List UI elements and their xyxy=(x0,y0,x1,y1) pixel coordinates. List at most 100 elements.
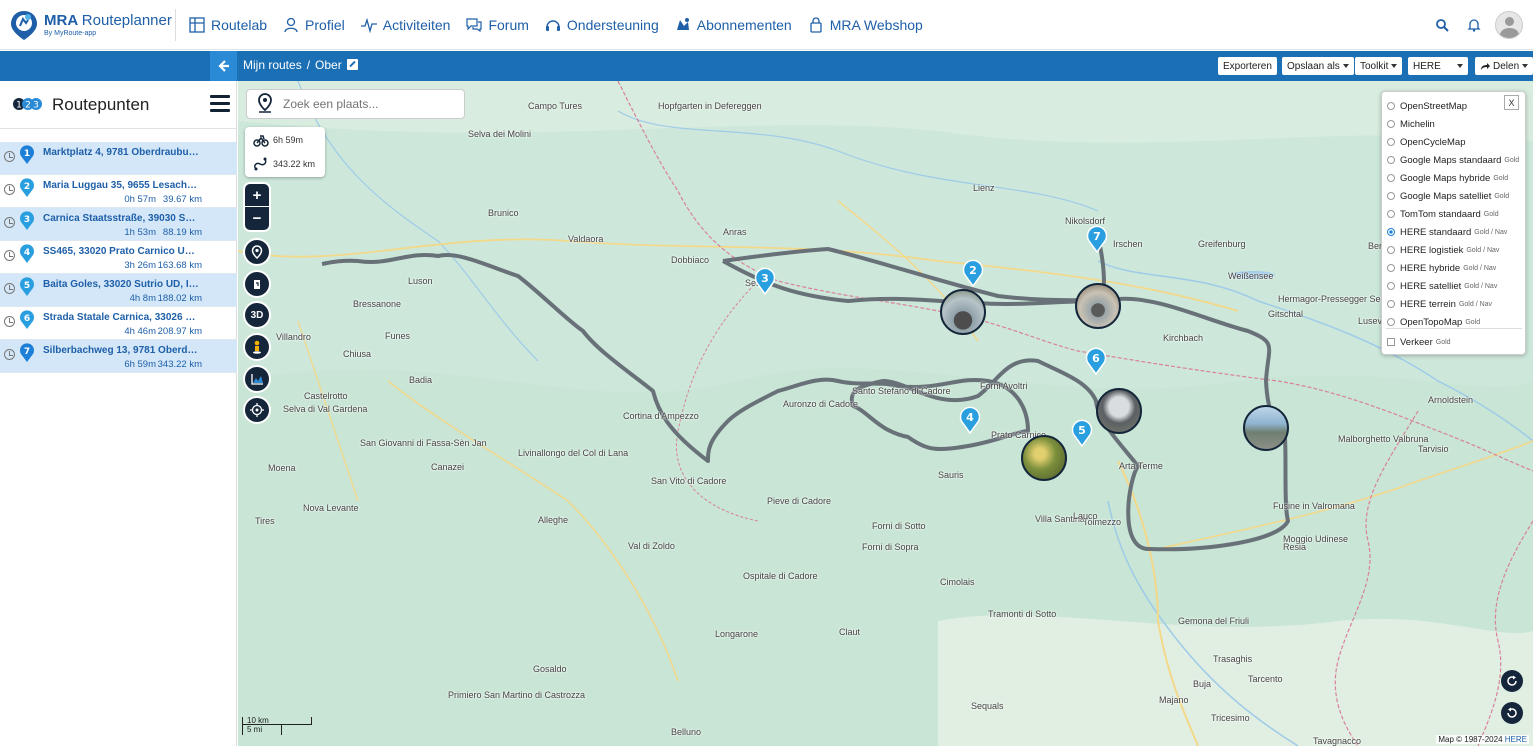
map-provider-select[interactable]: HERE xyxy=(1408,57,1468,75)
close-layer-panel-button[interactable]: X xyxy=(1504,95,1519,110)
waypoint-row[interactable]: 7 Silberbachweg 13, 9781 Oberdrauburg, O… xyxy=(0,340,237,373)
refresh-button[interactable] xyxy=(1501,670,1523,692)
layer-radio[interactable] xyxy=(1387,156,1395,164)
layer-option[interactable]: TomTom standaard Gold xyxy=(1387,205,1499,223)
layer-radio[interactable] xyxy=(1387,102,1395,110)
clock-icon[interactable] xyxy=(4,151,15,162)
map-view[interactable]: Campo Tures Hopfgarten in Defereggen Selva… xyxy=(238,81,1533,746)
layer-radio[interactable] xyxy=(1387,318,1395,326)
user-avatar[interactable] xyxy=(1495,11,1523,39)
save-as-dropdown[interactable]: Opslaan als xyxy=(1282,57,1354,75)
nav-abonnementen[interactable]: Abonnementen xyxy=(674,16,792,34)
layer-radio[interactable] xyxy=(1387,246,1395,254)
search-icon[interactable] xyxy=(1435,18,1449,32)
clock-icon[interactable] xyxy=(4,184,15,195)
layer-option[interactable]: HERE standaard Gold / Nav xyxy=(1387,223,1507,241)
bell-icon[interactable] xyxy=(1467,18,1481,32)
arrow-left-icon xyxy=(217,60,229,72)
clock-icon[interactable] xyxy=(4,283,15,294)
traffic-checkbox[interactable] xyxy=(1387,338,1395,346)
route-marker-2[interactable]: 2 xyxy=(962,259,984,287)
waypoint-row[interactable]: 5 Baita Goles, 33020 Sutrio UD, Italië 4… xyxy=(0,274,237,307)
waypoint-row[interactable]: 4 SS465, 33020 Prato Carnico UD, Italië … xyxy=(0,241,237,274)
search-input[interactable] xyxy=(283,97,453,111)
layer-radio[interactable] xyxy=(1387,192,1395,200)
layer-radio[interactable] xyxy=(1387,282,1395,290)
clock-icon[interactable] xyxy=(4,316,15,327)
layer-radio[interactable] xyxy=(1387,138,1395,146)
pin-tool-button[interactable] xyxy=(245,240,269,264)
locate-me-button[interactable] xyxy=(245,398,269,422)
photo-poi[interactable] xyxy=(1075,283,1121,329)
layer-radio[interactable] xyxy=(1387,264,1395,272)
layer-radio[interactable] xyxy=(1387,174,1395,182)
layer-option[interactable]: HERE hybride Gold / Nav xyxy=(1387,259,1496,277)
route-marker-4[interactable]: 4 xyxy=(959,406,981,434)
waypoint-row[interactable]: 2 Maria Luggau 35, 9655 Lesachtal, Ooste… xyxy=(0,175,237,208)
waypoint-row[interactable]: 6 Strada Statale Carnica, 33026 Paluzza … xyxy=(0,307,237,340)
waypoint-pin-icon: 4 xyxy=(20,244,34,263)
layer-radio[interactable] xyxy=(1387,210,1395,218)
photo-poi[interactable] xyxy=(940,289,986,335)
nav-ondersteuning[interactable]: Ondersteuning xyxy=(544,16,659,34)
menu-icon[interactable] xyxy=(210,95,230,113)
waypoint-address[interactable]: Carnica Staatsstraße, 39030 Sesto, Itali… xyxy=(43,213,199,224)
route-marker-5[interactable]: 5 xyxy=(1071,419,1093,447)
zoom-out-button[interactable]: − xyxy=(245,207,269,230)
zoom-in-button[interactable]: + xyxy=(245,184,269,207)
waypoint-row[interactable]: 3 Carnica Staatsstraße, 39030 Sesto, Ita… xyxy=(0,208,237,241)
nav-profiel[interactable]: Profiel xyxy=(282,16,345,34)
photo-poi[interactable] xyxy=(1021,435,1067,481)
toolkit-dropdown[interactable]: Toolkit xyxy=(1355,57,1403,75)
waypoint-address[interactable]: Strada Statale Carnica, 33026 Paluzza UD… xyxy=(43,312,199,323)
undo-button[interactable] xyxy=(1501,702,1523,724)
share-dropdown[interactable]: Delen xyxy=(1475,57,1533,75)
nav-forum[interactable]: Forum xyxy=(465,16,529,34)
photo-poi[interactable] xyxy=(1243,405,1289,451)
back-button[interactable] xyxy=(210,51,237,81)
place-search[interactable] xyxy=(246,89,465,119)
route-marker-6[interactable]: 6 xyxy=(1085,347,1107,375)
attribution-link[interactable]: HERE xyxy=(1505,735,1527,744)
nav-webshop[interactable]: MRA Webshop xyxy=(807,16,923,34)
layer-option[interactable]: Google Maps standaard Gold xyxy=(1387,151,1519,169)
photo-poi[interactable] xyxy=(1096,388,1142,434)
layer-radio[interactable] xyxy=(1387,228,1395,236)
clock-icon[interactable] xyxy=(4,250,15,261)
layer-option[interactable]: HERE logistiek Gold / Nav xyxy=(1387,241,1499,259)
breadcrumb-my-routes[interactable]: Mijn routes xyxy=(243,58,302,72)
waypoint-address[interactable]: SS465, 33020 Prato Carnico UD, Italië xyxy=(43,246,199,257)
clock-icon[interactable] xyxy=(4,217,15,228)
map-canvas[interactable] xyxy=(238,81,1533,746)
map-place-label: Tarvisio xyxy=(1418,444,1449,454)
layer-option[interactable]: HERE terrein Gold / Nav xyxy=(1387,295,1492,313)
layer-option[interactable]: Google Maps hybride Gold xyxy=(1387,169,1508,187)
app-logo[interactable]: MRA Routeplanner By MyRoute-app xyxy=(8,8,174,42)
layer-option[interactable]: Michelin xyxy=(1387,115,1438,133)
edit-icon[interactable] xyxy=(346,59,358,70)
waypoint-address[interactable]: Marktplatz 4, 9781 Oberdrauburg, Oostenr… xyxy=(43,147,199,158)
top-navbar: MRA Routeplanner By MyRoute-app Routelab… xyxy=(0,0,1533,50)
streetview-button[interactable] xyxy=(245,335,269,359)
layer-radio[interactable] xyxy=(1387,300,1395,308)
3d-view-button[interactable]: 3D xyxy=(245,303,269,327)
nav-activiteiten[interactable]: Activiteiten xyxy=(360,16,450,34)
layer-option[interactable]: OpenCycleMap xyxy=(1387,133,1468,151)
waypoint-row[interactable]: 1 Marktplatz 4, 9781 Oberdrauburg, Ooste… xyxy=(0,142,237,175)
layer-tier: Gold xyxy=(1493,174,1509,182)
route-marker-start-end[interactable]: 7 xyxy=(1086,225,1108,253)
layer-option[interactable]: HERE satelliet Gold / Nav xyxy=(1387,277,1497,295)
waypoint-address[interactable]: Maria Luggau 35, 9655 Lesachtal, Oostenr… xyxy=(43,180,199,191)
layer-option[interactable]: Google Maps satelliet Gold xyxy=(1387,187,1509,205)
route-type-button[interactable] xyxy=(245,272,269,296)
waypoint-address[interactable]: Baita Goles, 33020 Sutrio UD, Italië xyxy=(43,279,199,290)
waypoint-address[interactable]: Silberbachweg 13, 9781 Oberdrauburg, Oos… xyxy=(43,345,199,356)
layer-radio[interactable] xyxy=(1387,120,1395,128)
elevation-button[interactable] xyxy=(245,367,269,391)
route-marker-3[interactable]: 3 xyxy=(754,267,776,295)
nav-routelab[interactable]: Routelab xyxy=(188,16,267,34)
clock-icon[interactable] xyxy=(4,349,15,360)
layer-option[interactable]: OpenStreetMap xyxy=(1387,97,1470,115)
export-button[interactable]: Exporteren xyxy=(1218,57,1277,75)
layer-traffic[interactable]: Verkeer Gold xyxy=(1387,333,1451,351)
